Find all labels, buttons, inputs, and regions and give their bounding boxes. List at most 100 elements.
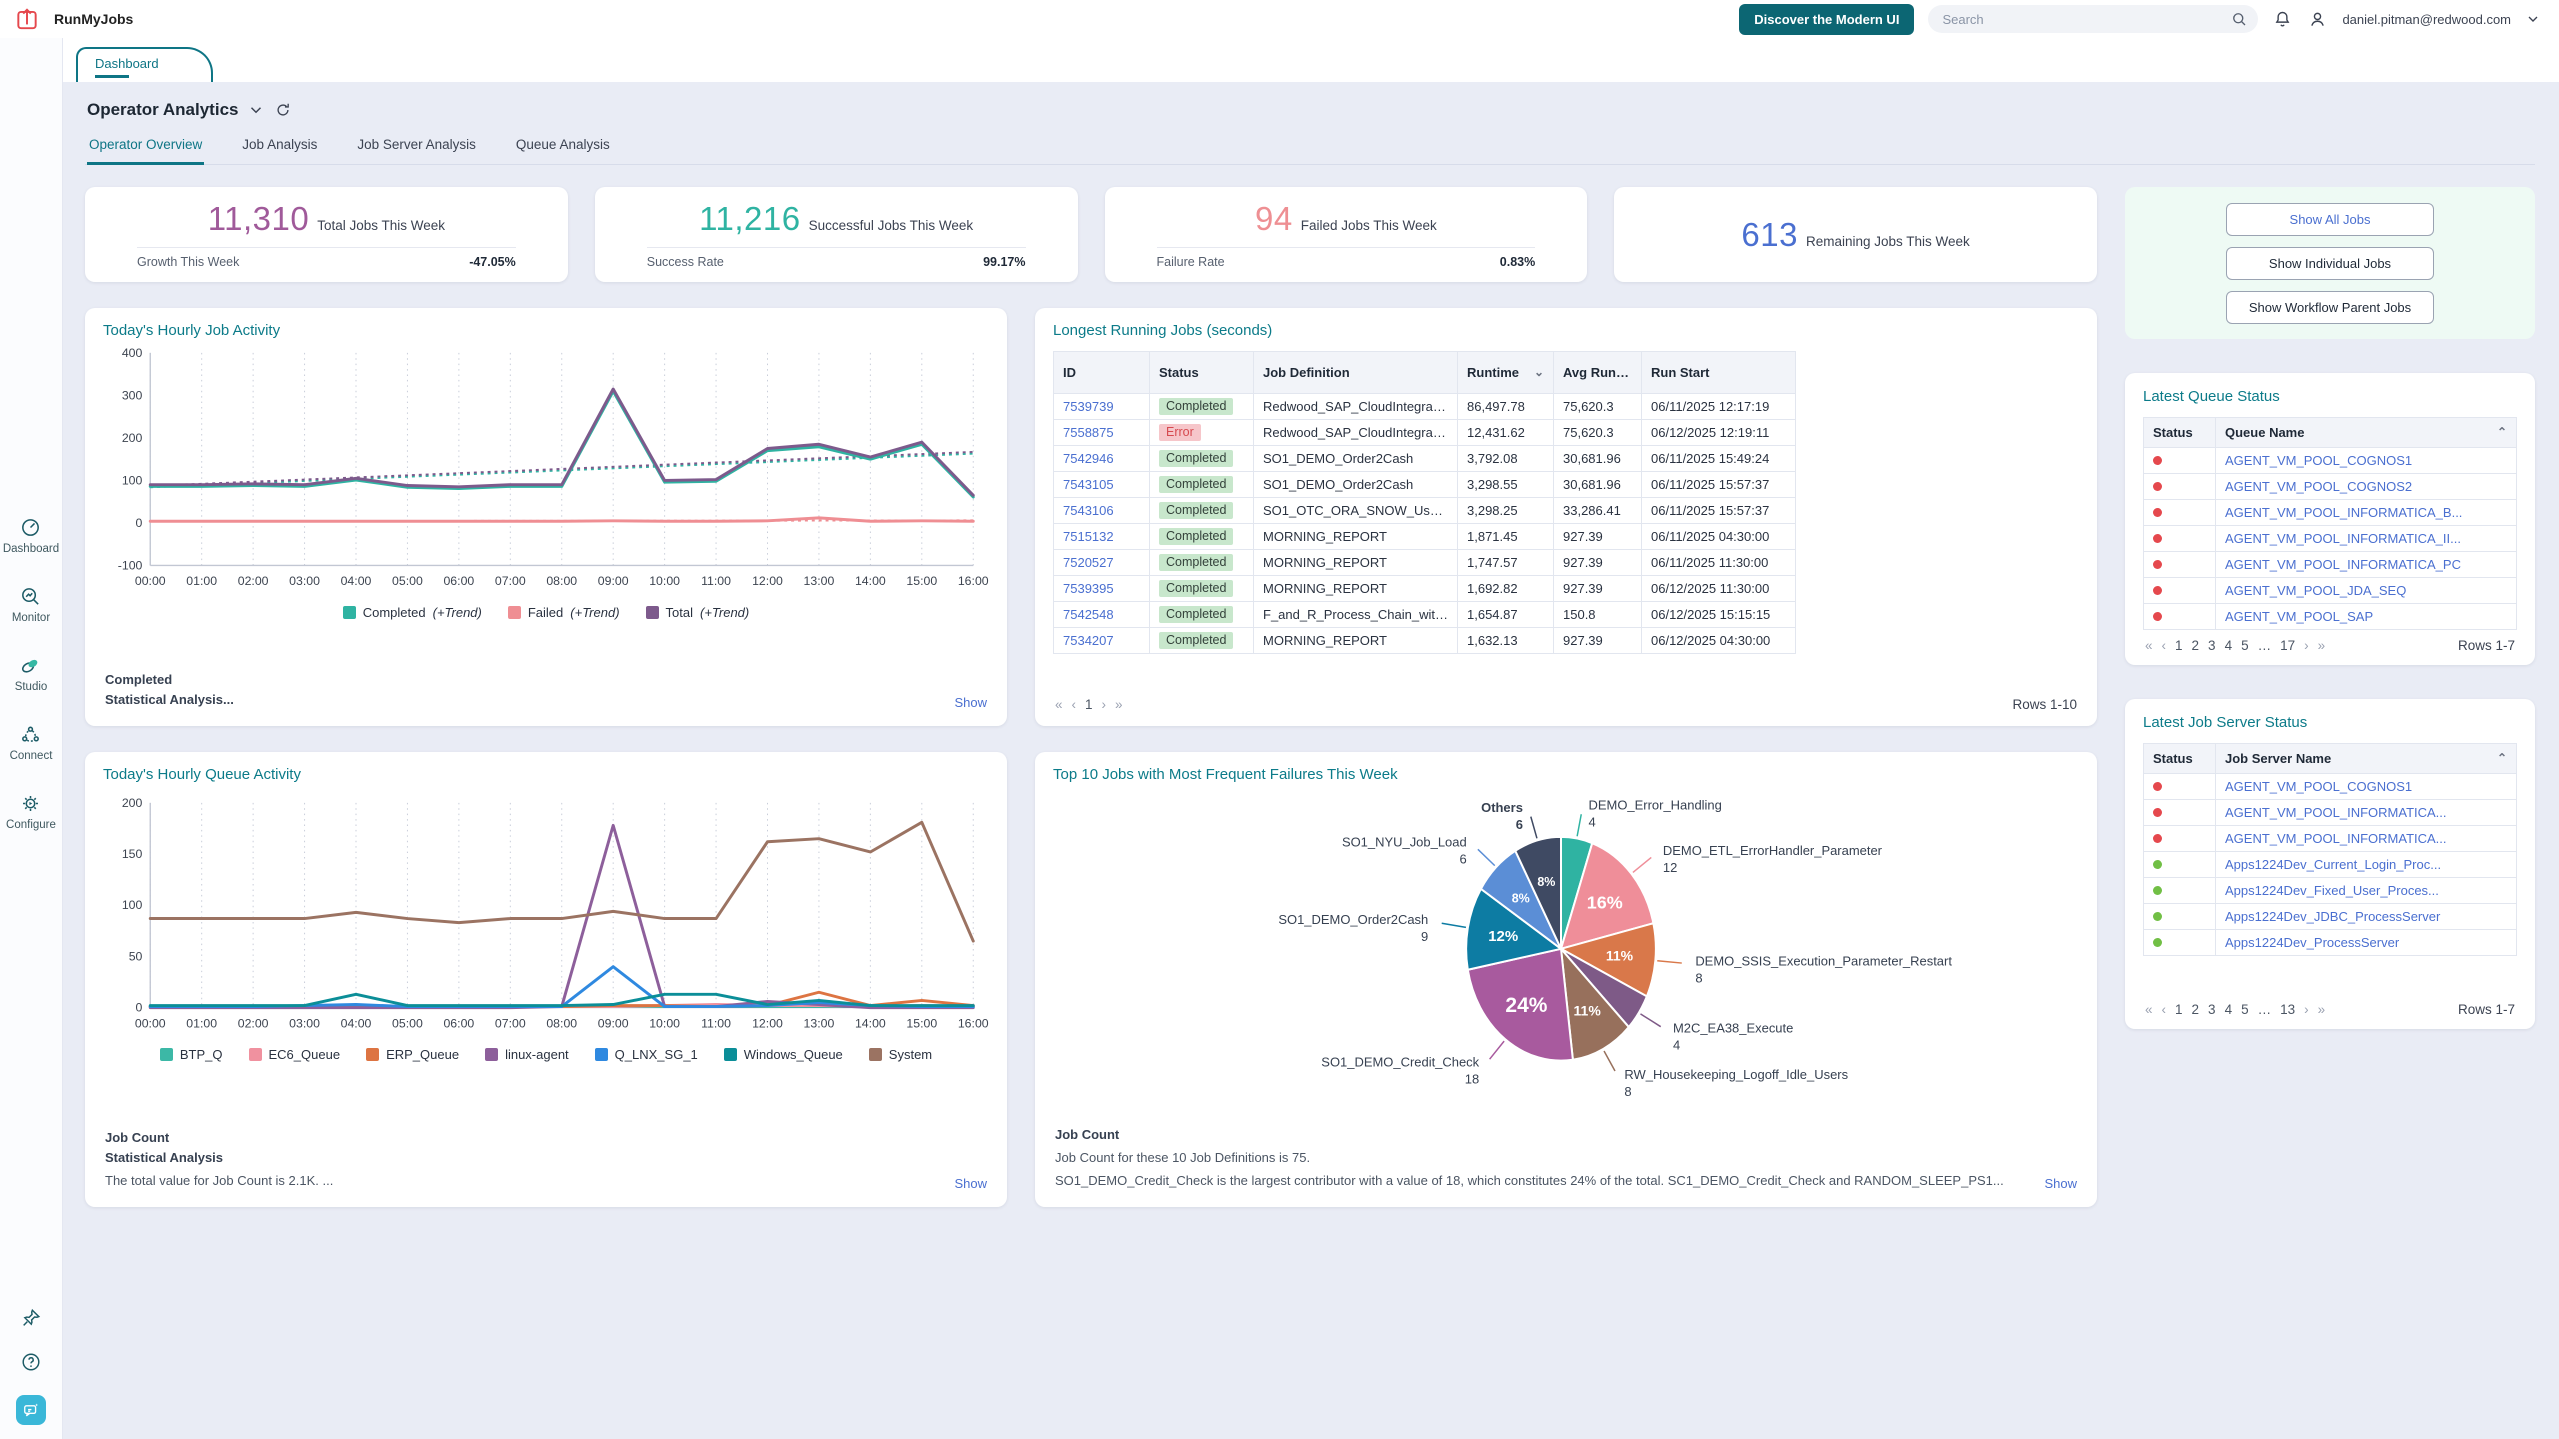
prev-page-button[interactable]: ‹	[2162, 1002, 2167, 1017]
name-link[interactable]: AGENT_VM_POOL_SAP	[2225, 609, 2373, 624]
sidebar-item-dashboard[interactable]: Dashboard	[3, 516, 59, 555]
next-page-button[interactable]: ›	[2304, 638, 2309, 653]
page-number-1[interactable]: 1	[2175, 1002, 2183, 1017]
user-menu-chevron-down-icon[interactable]	[2525, 11, 2541, 27]
job-id-link[interactable]: 7539739	[1063, 399, 1114, 414]
column-header-runtime[interactable]: Runtime⌄	[1458, 352, 1554, 394]
subtab-queue-analysis[interactable]: Queue Analysis	[514, 135, 612, 164]
notifications-bell-icon[interactable]	[2272, 9, 2293, 30]
sidebar-item-monitor[interactable]: Monitor	[3, 585, 59, 624]
help-icon[interactable]	[20, 1351, 42, 1373]
first-page-button[interactable]: «	[2145, 1002, 2153, 1017]
column-header-job-definition[interactable]: Job Definition	[1254, 352, 1458, 394]
legend-item-linux-agent[interactable]: linux-agent	[485, 1047, 569, 1062]
prev-page-button[interactable]: ‹	[1072, 697, 1077, 712]
name-link[interactable]: AGENT_VM_POOL_COGNOS1	[2225, 779, 2412, 794]
assistant-button[interactable]	[16, 1395, 46, 1425]
next-page-button[interactable]: ›	[1102, 697, 1107, 712]
legend-item-Failed[interactable]: Failed (+Trend)	[508, 605, 620, 620]
page-number-1[interactable]: 1	[2175, 638, 2183, 653]
page-number-2[interactable]: 2	[2192, 1002, 2200, 1017]
discover-modern-ui-button[interactable]: Discover the Modern UI	[1739, 4, 1914, 35]
legend-item-Q_LNX_SG_1[interactable]: Q_LNX_SG_1	[595, 1047, 698, 1062]
show-all-jobs-button[interactable]: Show All Jobs	[2226, 203, 2434, 236]
legend-item-ERP_Queue[interactable]: ERP_Queue	[366, 1047, 459, 1062]
legend-item-Completed[interactable]: Completed (+Trend)	[343, 605, 482, 620]
sidebar-item-studio[interactable]: Studio	[3, 654, 59, 693]
column-header-avg-runtime[interactable]: Avg Runtime	[1554, 352, 1642, 394]
next-page-button[interactable]: ›	[2304, 1002, 2309, 1017]
page-number-5[interactable]: 5	[2241, 1002, 2249, 1017]
column-header-status[interactable]: Status	[2144, 418, 2216, 448]
name-link[interactable]: AGENT_VM_POOL_INFORMATICA_PC	[2225, 557, 2461, 572]
column-header-run-start[interactable]: Run Start	[1642, 352, 1796, 394]
dashboard-select-chevron-down-icon[interactable]	[247, 101, 265, 119]
legend-item-System[interactable]: System	[869, 1047, 932, 1062]
page-number-4[interactable]: 4	[2225, 1002, 2233, 1017]
show-link[interactable]: Show	[940, 695, 987, 710]
name-link[interactable]: AGENT_VM_POOL_JDA_SEQ	[2225, 583, 2406, 598]
page-number-2[interactable]: 2	[2192, 638, 2200, 653]
search-input[interactable]	[1928, 5, 2258, 33]
show-link[interactable]: Show	[940, 1176, 987, 1191]
page-number-…[interactable]: …	[2258, 1002, 2272, 1017]
show-workflow-parent-jobs-button[interactable]: Show Workflow Parent Jobs	[2226, 291, 2434, 324]
legend-item-BTP_Q[interactable]: BTP_Q	[160, 1047, 223, 1062]
job-id-link[interactable]: 7542946	[1063, 451, 1114, 466]
job-id-link[interactable]: 7543106	[1063, 503, 1114, 518]
name-link[interactable]: Apps1224Dev_Current_Login_Proc...	[2225, 857, 2441, 872]
column-header-queue-name[interactable]: Queue Name⌃	[2216, 418, 2517, 448]
sort-desc-icon[interactable]: ⌄	[1534, 365, 1544, 379]
name-link[interactable]: AGENT_VM_POOL_INFORMATICA_II...	[2225, 531, 2461, 546]
subtab-job-analysis[interactable]: Job Analysis	[240, 135, 319, 164]
sort-asc-icon[interactable]: ⌃	[2497, 425, 2507, 439]
user-avatar-icon[interactable]	[2307, 9, 2328, 30]
job-id-link[interactable]: 7515132	[1063, 529, 1114, 544]
column-header-id[interactable]: ID	[1054, 352, 1150, 394]
job-id-link[interactable]: 7542548	[1063, 607, 1114, 622]
tab-dashboard[interactable]: Dashboard	[76, 47, 213, 82]
legend-item-Total[interactable]: Total (+Trend)	[646, 605, 750, 620]
job-id-link[interactable]: 7539395	[1063, 581, 1114, 596]
page-number-1[interactable]: 1	[1085, 697, 1093, 712]
pin-icon[interactable]	[20, 1307, 42, 1329]
column-header-status[interactable]: Status	[2144, 744, 2216, 774]
name-link[interactable]: AGENT_VM_POOL_INFORMATICA...	[2225, 831, 2447, 846]
job-id-link[interactable]: 7534207	[1063, 633, 1114, 648]
name-link[interactable]: AGENT_VM_POOL_COGNOS2	[2225, 479, 2412, 494]
show-individual-jobs-button[interactable]: Show Individual Jobs	[2226, 247, 2434, 280]
page-number-5[interactable]: 5	[2241, 638, 2249, 653]
page-number-17[interactable]: 17	[2280, 638, 2295, 653]
legend-item-Windows_Queue[interactable]: Windows_Queue	[724, 1047, 843, 1062]
job-id-link[interactable]: 7558875	[1063, 425, 1114, 440]
subtab-operator-overview[interactable]: Operator Overview	[87, 135, 204, 165]
sidebar-item-connect[interactable]: Connect	[3, 723, 59, 762]
last-page-button[interactable]: »	[1115, 697, 1123, 712]
name-link[interactable]: Apps1224Dev_ProcessServer	[2225, 935, 2399, 950]
refresh-icon[interactable]	[274, 101, 292, 119]
sort-asc-icon[interactable]: ⌃	[2497, 751, 2507, 765]
name-link[interactable]: Apps1224Dev_JDBC_ProcessServer	[2225, 909, 2440, 924]
first-page-button[interactable]: «	[2145, 638, 2153, 653]
page-number-…[interactable]: …	[2258, 638, 2272, 653]
last-page-button[interactable]: »	[2318, 1002, 2326, 1017]
name-link[interactable]: Apps1224Dev_Fixed_User_Proces...	[2225, 883, 2439, 898]
search-icon[interactable]	[2230, 10, 2248, 28]
column-header-job-server-name[interactable]: Job Server Name⌃	[2216, 744, 2517, 774]
page-number-3[interactable]: 3	[2208, 1002, 2216, 1017]
name-link[interactable]: AGENT_VM_POOL_COGNOS1	[2225, 453, 2412, 468]
last-page-button[interactable]: »	[2318, 638, 2326, 653]
name-link[interactable]: AGENT_VM_POOL_INFORMATICA_B...	[2225, 505, 2462, 520]
first-page-button[interactable]: «	[1055, 697, 1063, 712]
prev-page-button[interactable]: ‹	[2162, 638, 2167, 653]
sidebar-item-configure[interactable]: Configure	[3, 792, 59, 831]
show-link[interactable]: Show	[2030, 1176, 2077, 1191]
job-id-link[interactable]: 7543105	[1063, 477, 1114, 492]
page-number-13[interactable]: 13	[2280, 1002, 2295, 1017]
column-header-status[interactable]: Status	[1150, 352, 1254, 394]
legend-item-EC6_Queue[interactable]: EC6_Queue	[249, 1047, 341, 1062]
job-id-link[interactable]: 7520527	[1063, 555, 1114, 570]
name-link[interactable]: AGENT_VM_POOL_INFORMATICA...	[2225, 805, 2447, 820]
page-number-4[interactable]: 4	[2225, 638, 2233, 653]
page-number-3[interactable]: 3	[2208, 638, 2216, 653]
